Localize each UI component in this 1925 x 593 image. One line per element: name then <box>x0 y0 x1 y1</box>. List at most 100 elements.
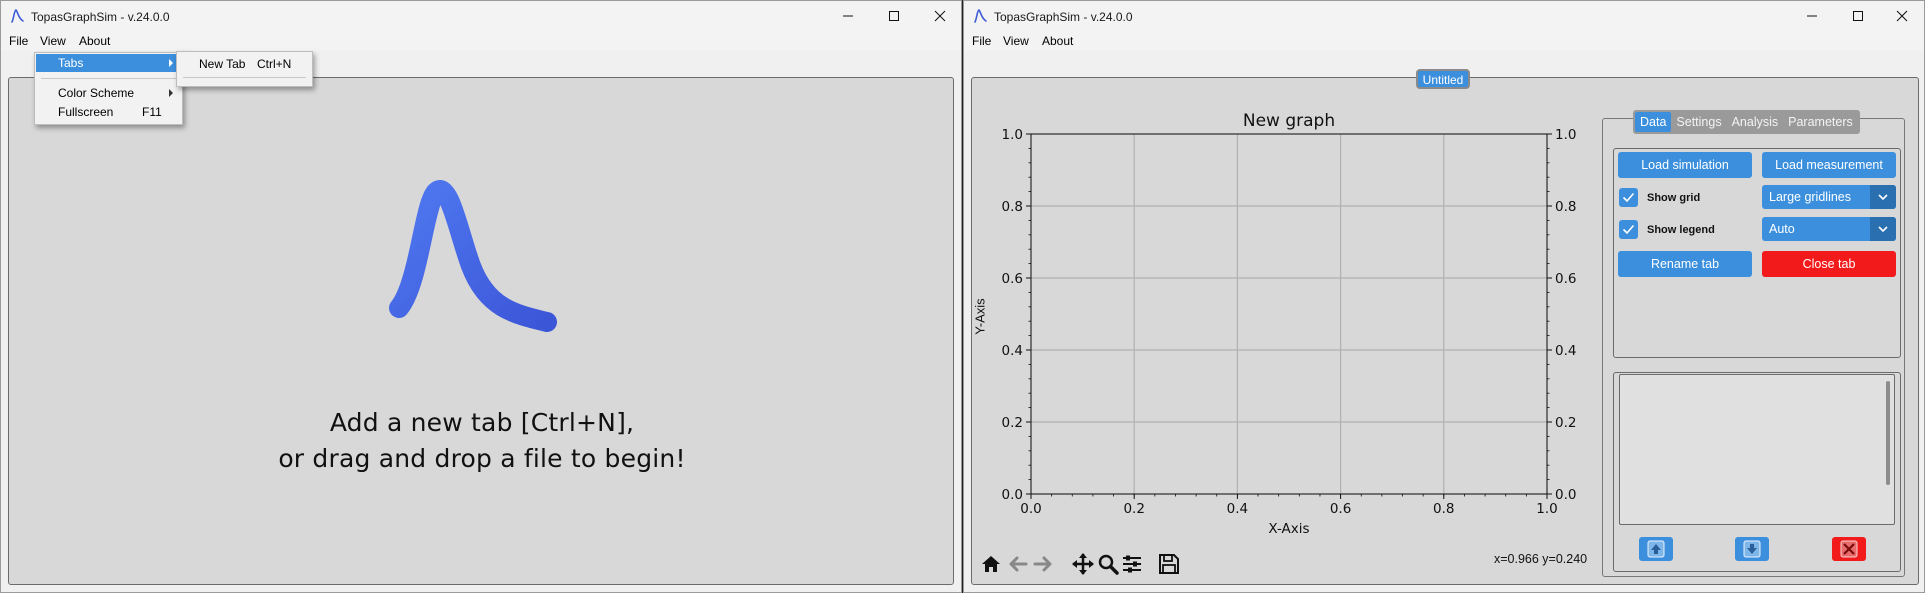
maximize-icon <box>1853 11 1863 21</box>
dropdown-arrow <box>1870 217 1896 241</box>
x-tick-label: 0.4 <box>1227 501 1248 517</box>
load-simulation-button[interactable]: Load simulation <box>1618 152 1752 178</box>
view-menu-dropdown: Tabs Color Scheme Fullscreen F11 <box>34 52 183 125</box>
x-tick-label: 1.0 <box>1536 501 1557 517</box>
show-legend-label: Show legend <box>1647 224 1715 236</box>
save-icon <box>1159 554 1179 574</box>
plot-area <box>1031 134 1547 494</box>
maximize-button[interactable] <box>1835 1 1881 31</box>
close-icon <box>934 10 946 22</box>
window-title: TopasGraphSim - v.24.0.0 <box>31 10 170 24</box>
maximize-button[interactable] <box>871 1 917 31</box>
maximize-icon <box>889 11 899 21</box>
menu-view[interactable]: View <box>37 34 69 48</box>
app-window-right: TopasGraphSim - v.24.0.0 File View About… <box>963 0 1925 593</box>
configure-subplots-button[interactable] <box>1121 553 1143 575</box>
gridlines-select[interactable]: Large gridlines <box>1762 185 1896 209</box>
forward-arrow-icon <box>1033 556 1052 572</box>
x-tick-label: 0.0 <box>1020 501 1041 517</box>
x-tick-label: 0.2 <box>1123 501 1144 517</box>
app-logo-large-icon <box>389 180 557 332</box>
legend-select-value: Auto <box>1769 222 1795 236</box>
welcome-text-line1: Add a new tab [Ctrl+N], <box>329 408 635 437</box>
dropdown-arrow <box>1870 185 1896 209</box>
graph-canvas[interactable]: 0.0 0.2 0.4 0.6 0.8 1.00.00.20.40.60.81.00.00… <box>964 1 1604 593</box>
delete-icon <box>1840 540 1858 558</box>
tab-area-empty[interactable]: Add a new tab [Ctrl+N], or drag and drop… <box>8 77 954 585</box>
home-button[interactable] <box>980 553 1002 575</box>
y-right-tick-label: 0.4 <box>1555 343 1576 359</box>
menu-separator <box>41 78 176 79</box>
minimize-icon <box>843 15 853 17</box>
zoom-icon <box>1098 554 1119 575</box>
menu-item-tabs-label: Tabs <box>58 56 84 70</box>
rename-tab-button[interactable]: Rename tab <box>1618 251 1752 277</box>
list-scrollbar[interactable] <box>1886 381 1890 485</box>
y-right-tick-label: 0.2 <box>1555 415 1576 431</box>
menu-item-new-tab-label: New Tab <box>199 57 246 71</box>
close-window-button[interactable] <box>1879 1 1924 31</box>
menu-item-tabs[interactable]: Tabs <box>36 54 181 72</box>
legend-select[interactable]: Auto <box>1762 217 1896 241</box>
menu-file[interactable]: File <box>6 34 31 48</box>
app-logo-icon <box>11 9 24 23</box>
show-legend-checkbox[interactable] <box>1619 220 1638 239</box>
tabs-submenu: New Tab Ctrl+N <box>176 51 313 87</box>
chevron-down-icon <box>1878 226 1888 232</box>
zoom-button[interactable] <box>1097 553 1119 575</box>
y-right-tick-label: 1.0 <box>1555 127 1576 143</box>
title-bar[interactable]: TopasGraphSim - v.24.0.0 <box>1 1 961 31</box>
load-measurement-button[interactable]: Load measurement <box>1762 152 1896 178</box>
gridlines-select-value: Large gridlines <box>1769 190 1851 204</box>
show-grid-checkbox[interactable] <box>1619 188 1638 207</box>
y-tick-label: 0.8 <box>1002 199 1023 215</box>
x-tick-label: 0.8 <box>1433 501 1454 517</box>
move-down-button[interactable] <box>1735 537 1769 561</box>
cursor-coordinates: x=0.966 y=0.240 <box>1494 552 1588 566</box>
configure-subplots-icon <box>1123 555 1141 573</box>
close-window-button[interactable] <box>917 1 961 31</box>
forward-button[interactable] <box>1032 553 1054 575</box>
checkmark-icon <box>1622 192 1635 203</box>
tab-data[interactable]: Data <box>1635 112 1672 132</box>
move-down-icon <box>1743 540 1761 558</box>
welcome-text-line2: or drag and drop a file to begin! <box>278 444 686 473</box>
minimize-button[interactable] <box>825 1 871 31</box>
tab-analysis[interactable]: Analysis <box>1727 112 1784 132</box>
home-icon <box>982 556 1000 572</box>
tab-parameters[interactable]: Parameters <box>1783 112 1858 132</box>
app-window-left: TopasGraphSim - v.24.0.0 File View About… <box>0 0 962 593</box>
y-tick-label: 1.0 <box>1002 127 1023 143</box>
menu-about[interactable]: About <box>76 34 113 48</box>
close-tab-button[interactable]: Close tab <box>1762 251 1896 277</box>
back-button[interactable] <box>1007 553 1029 575</box>
save-figure-button[interactable] <box>1158 553 1180 575</box>
pan-icon <box>1072 553 1094 575</box>
back-arrow-icon <box>1009 556 1028 572</box>
menu-bar: File View About <box>1 31 961 51</box>
y-right-tick-label: 0.0 <box>1555 487 1576 503</box>
y-right-tick-label: 0.6 <box>1555 271 1576 287</box>
checkmark-icon <box>1622 224 1635 235</box>
tab-settings[interactable]: Settings <box>1671 112 1726 132</box>
menu-item-fullscreen-label: Fullscreen <box>58 105 114 119</box>
menu-item-new-tab[interactable]: New Tab Ctrl+N <box>178 55 311 73</box>
menu-item-color-scheme[interactable]: Color Scheme <box>36 84 181 102</box>
x-axis-label: X-Axis <box>1268 521 1309 537</box>
minimize-icon <box>1807 15 1817 17</box>
move-up-icon <box>1647 540 1665 558</box>
chart-title: New graph <box>1243 111 1335 131</box>
pan-button[interactable] <box>1072 553 1094 575</box>
close-icon <box>1896 10 1908 22</box>
dataset-list[interactable] <box>1619 374 1895 525</box>
menu-item-fullscreen[interactable]: Fullscreen F11 <box>36 103 181 121</box>
y-right-tick-label: 0.8 <box>1555 199 1576 215</box>
menu-item-fullscreen-shortcut: F11 <box>142 105 162 119</box>
delete-dataset-button[interactable] <box>1832 537 1866 561</box>
move-up-button[interactable] <box>1639 537 1673 561</box>
y-axis-label: Y-Axis <box>972 298 988 335</box>
menu-separator <box>183 77 306 78</box>
y-tick-label: 0.2 <box>1002 415 1023 431</box>
show-grid-label: Show grid <box>1647 192 1701 204</box>
minimize-button[interactable] <box>1789 1 1835 31</box>
